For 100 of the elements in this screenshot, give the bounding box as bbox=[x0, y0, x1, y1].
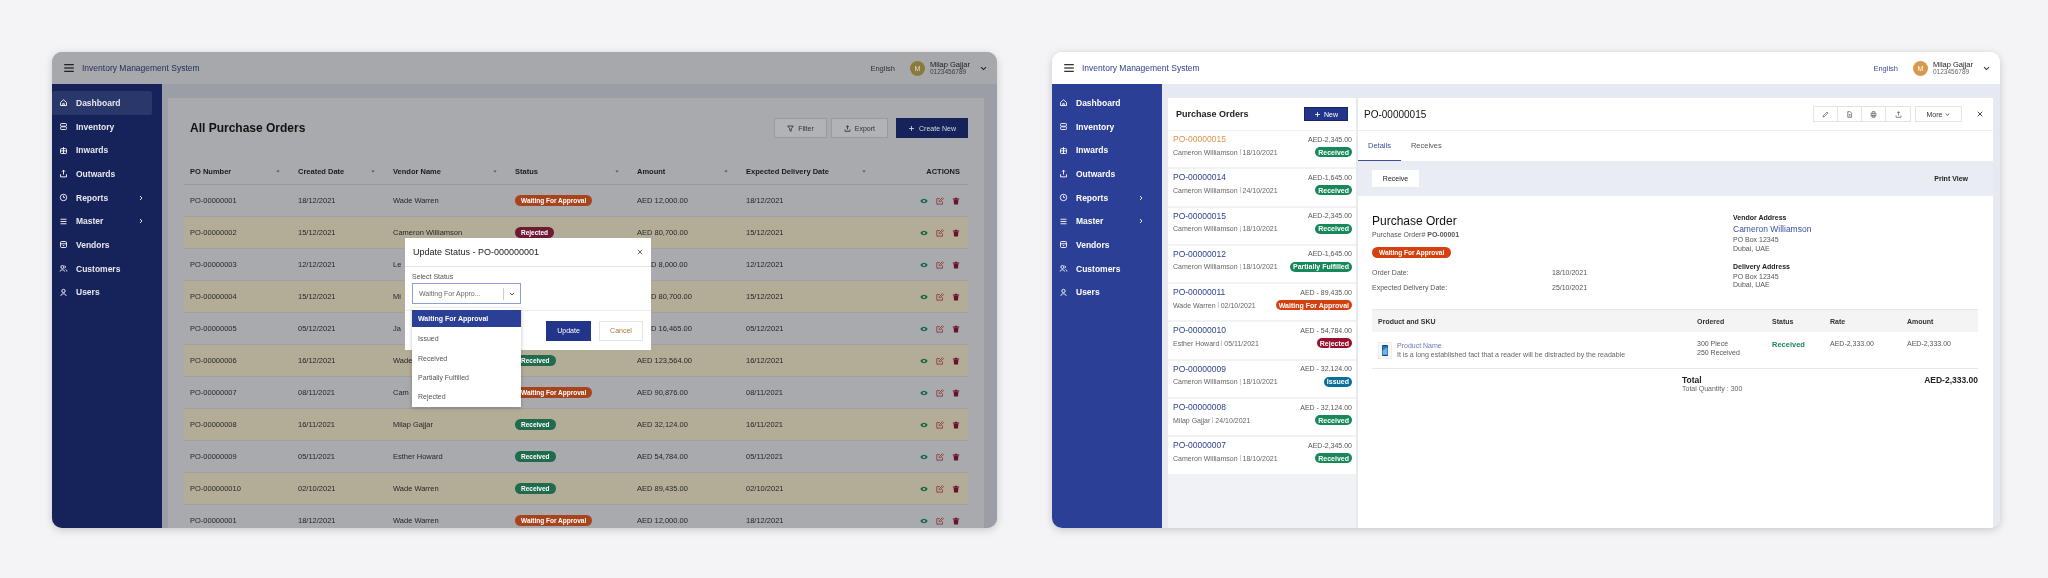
sidebar-item[interactable]: Outwards bbox=[1052, 162, 1152, 186]
sidebar-item[interactable]: Outwards bbox=[52, 162, 152, 186]
app-title: Inventory Management System bbox=[82, 63, 200, 73]
order-number: PO-00000015 bbox=[1173, 210, 1226, 221]
sidebar-item[interactable]: Master bbox=[1052, 209, 1152, 234]
eye-icon[interactable] bbox=[920, 260, 928, 269]
upload-icon bbox=[1894, 110, 1902, 118]
eye-icon[interactable] bbox=[920, 484, 928, 493]
list-icon bbox=[1059, 216, 1068, 226]
sidebar-item[interactable]: Inwards bbox=[1052, 138, 1152, 163]
edit-icon[interactable] bbox=[936, 484, 944, 493]
printer-icon bbox=[1870, 110, 1877, 118]
sort-icon[interactable] bbox=[493, 169, 497, 173]
package-icon bbox=[1059, 145, 1068, 155]
edit-icon[interactable] bbox=[936, 356, 944, 365]
order-number: PO-00000009 bbox=[1173, 363, 1226, 374]
sort-icon[interactable] bbox=[371, 169, 375, 173]
eye-icon[interactable] bbox=[920, 388, 928, 397]
edit-icon[interactable] bbox=[936, 324, 944, 333]
dialog-title: Update Status - PO-000000001 bbox=[413, 247, 540, 257]
sidebar-item[interactable]: Master bbox=[52, 209, 152, 234]
edit-icon[interactable] bbox=[936, 516, 944, 525]
order-number: PO-00000015 bbox=[1173, 134, 1226, 144]
total-label: Total bbox=[1682, 375, 1703, 385]
close-icon[interactable] bbox=[1977, 111, 1983, 117]
eye-icon[interactable] bbox=[920, 228, 928, 237]
close-icon[interactable] bbox=[637, 249, 643, 255]
trash-icon[interactable] bbox=[952, 420, 960, 429]
sidebar-item[interactable]: Reports bbox=[52, 185, 152, 210]
package-icon bbox=[59, 145, 68, 155]
chevron-down-icon[interactable] bbox=[1983, 65, 1990, 71]
stack-icon bbox=[1059, 122, 1068, 132]
edit-icon[interactable] bbox=[936, 260, 944, 269]
sidebar-item[interactable]: Users bbox=[52, 280, 152, 305]
list-icon bbox=[59, 216, 68, 226]
order-number: PO-00000014 bbox=[1173, 172, 1226, 183]
trash-icon[interactable] bbox=[952, 196, 960, 205]
menu-icon[interactable] bbox=[64, 64, 74, 72]
sort-icon[interactable] bbox=[862, 169, 866, 173]
vendor-link[interactable]: Cameron Williamson bbox=[1733, 224, 1978, 234]
menu-icon[interactable] bbox=[1064, 64, 1074, 72]
trash-icon[interactable] bbox=[952, 516, 960, 525]
edit-icon[interactable] bbox=[936, 388, 944, 397]
eye-icon[interactable] bbox=[920, 324, 928, 333]
user-icon bbox=[59, 287, 68, 297]
order-number: PO-00000007 bbox=[1173, 440, 1226, 451]
home-icon bbox=[59, 98, 68, 108]
document-icon bbox=[1846, 110, 1853, 118]
sidebar-item[interactable]: Inventory bbox=[52, 114, 152, 139]
order-title: PO-00000015 bbox=[1364, 108, 1428, 120]
edit-icon[interactable] bbox=[936, 420, 944, 429]
panel-title: Purchase Orders bbox=[1176, 109, 1249, 119]
sidebar-item[interactable]: Dashboard bbox=[1052, 91, 1152, 115]
user-icon bbox=[1059, 287, 1068, 297]
eye-icon[interactable] bbox=[920, 356, 928, 365]
sidebar-item[interactable]: Reports bbox=[1052, 185, 1152, 210]
users-icon bbox=[1059, 264, 1068, 274]
order-number: PO-00000008 bbox=[1173, 402, 1226, 413]
trash-icon[interactable] bbox=[952, 260, 960, 269]
trash-icon[interactable] bbox=[952, 228, 960, 237]
sidebar-item[interactable]: Customers bbox=[52, 256, 152, 281]
edit-icon[interactable] bbox=[936, 228, 944, 237]
store-icon bbox=[1059, 240, 1068, 250]
upload-icon bbox=[59, 169, 68, 179]
chevron-down-icon bbox=[1945, 112, 1951, 116]
users-icon bbox=[59, 264, 68, 274]
sidebar-item[interactable]: Inventory bbox=[1052, 114, 1152, 139]
trash-icon[interactable] bbox=[952, 452, 960, 461]
upload-icon bbox=[1059, 169, 1068, 179]
edit-icon[interactable] bbox=[936, 196, 944, 205]
sidebar-item[interactable]: Vendors bbox=[1052, 233, 1152, 257]
sidebar-item[interactable]: Customers bbox=[1052, 256, 1152, 281]
trash-icon[interactable] bbox=[952, 388, 960, 397]
sort-icon[interactable] bbox=[724, 169, 728, 173]
eye-icon[interactable] bbox=[920, 420, 928, 429]
sidebar-item[interactable]: Users bbox=[1052, 280, 1152, 305]
trash-icon[interactable] bbox=[952, 484, 960, 493]
trash-icon[interactable] bbox=[952, 324, 960, 333]
chevron-down-icon[interactable] bbox=[980, 65, 987, 71]
edit-icon[interactable] bbox=[936, 452, 944, 461]
trash-icon[interactable] bbox=[952, 356, 960, 365]
sort-icon[interactable] bbox=[276, 169, 280, 173]
sidebar-item[interactable]: Vendors bbox=[52, 233, 152, 257]
eye-icon[interactable] bbox=[920, 196, 928, 205]
eye-icon[interactable] bbox=[920, 452, 928, 461]
document-heading: Purchase Order bbox=[1372, 214, 1458, 228]
sidebar-item[interactable]: Inwards bbox=[52, 138, 152, 163]
sidebar-item[interactable]: Dashboard bbox=[52, 91, 152, 115]
clock-icon bbox=[1059, 193, 1068, 203]
plus-icon bbox=[1314, 110, 1321, 118]
edit-icon[interactable] bbox=[936, 292, 944, 301]
sort-icon[interactable] bbox=[615, 169, 619, 173]
upload-icon bbox=[843, 124, 851, 132]
eye-icon[interactable] bbox=[920, 292, 928, 301]
trash-icon[interactable] bbox=[952, 292, 960, 301]
order-number: PO-00000010 bbox=[1173, 325, 1226, 336]
order-number: PO-00000012 bbox=[1173, 248, 1226, 259]
eye-icon[interactable] bbox=[920, 516, 928, 525]
order-number: PO-00000011 bbox=[1173, 287, 1226, 298]
filter-icon bbox=[787, 124, 795, 132]
